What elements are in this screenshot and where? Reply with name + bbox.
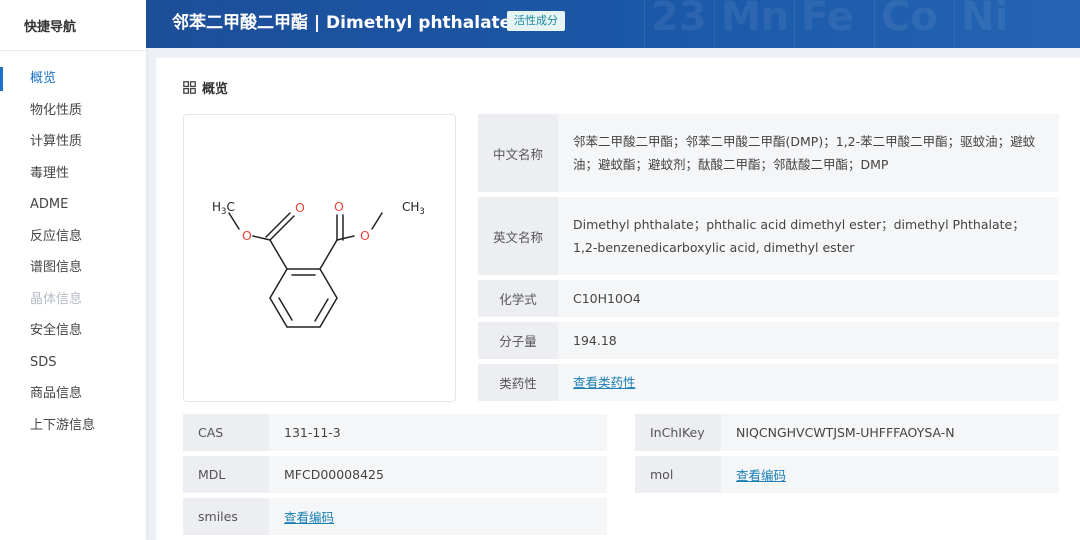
info-row-druglikeness: 类药性 查看类药性 (478, 364, 1059, 401)
field-label: MDL (183, 456, 269, 493)
element-tile-decoration: Mn (714, 0, 791, 48)
field-value: 查看编码 (736, 456, 1049, 493)
oxygen-label: O (360, 228, 370, 243)
sidebar-item-safety[interactable]: 安全信息 (0, 315, 146, 347)
mol-link[interactable]: 查看编码 (736, 465, 786, 484)
sidebar-item-upstream-downstream[interactable]: 上下游信息 (0, 410, 146, 442)
field-value: MFCD00008425 (284, 467, 384, 482)
field-label: InChIKey (635, 414, 721, 451)
smiles-link[interactable]: 查看编码 (284, 507, 334, 526)
info-row-english-name: 英文名称 Dimethyl phthalate；phthalic acid di… (478, 197, 1059, 275)
field-label: mol (635, 456, 721, 493)
sidebar-item-products[interactable]: 商品信息 (0, 378, 146, 410)
field-label: CAS (183, 414, 269, 451)
element-tile-decoration: Fe (794, 0, 871, 48)
sidebar-item-reactions[interactable]: 反应信息 (0, 221, 146, 253)
info-row-molecular-weight: 分子量 194.18 (478, 322, 1059, 359)
sidebar-nav: 概览 物化性质 计算性质 毒理性 ADME 反应信息 谱图信息 晶体信息 安全信… (0, 51, 146, 441)
sidebar-item-toxicity[interactable]: 毒理性 (0, 158, 146, 190)
field-value: 查看编码 (284, 498, 597, 535)
sidebar: 快捷导航 概览 物化性质 计算性质 毒理性 ADME 反应信息 谱图信息 晶体信… (0, 0, 146, 540)
identifier-row-inchikey: InChIKey NIQCNGHVCWTJSM-UHFFFAOYSA-N (635, 414, 1059, 451)
field-value: 查看类药性 (573, 364, 1047, 401)
sidebar-item-computed[interactable]: 计算性质 (0, 126, 146, 158)
element-tile-decoration: 23 (644, 0, 721, 48)
identifier-row-mol: mol 查看编码 (635, 456, 1059, 493)
field-value: Dimethyl phthalate；phthalic acid dimethy… (573, 217, 1025, 255)
field-value: C10H10O4 (573, 291, 641, 306)
sidebar-title: 快捷导航 (0, 0, 146, 51)
druglikeness-link[interactable]: 查看类药性 (573, 371, 636, 394)
sidebar-item-overview[interactable]: 概览 (0, 63, 146, 95)
field-value: 邻苯二甲酸二甲酯；邻苯二甲酸二甲酯(DMP)；1,2-苯二甲酸二甲酯；驱蚊油；避… (573, 134, 1036, 172)
sidebar-item-crystal: 晶体信息 (30, 291, 83, 307)
sidebar-item-physicochemical[interactable]: 物化性质 (0, 95, 146, 127)
field-label: 类药性 (478, 364, 558, 401)
methyl-label-right: CH3 (402, 200, 425, 217)
oxygen-label: O (334, 199, 344, 214)
methyl-label-left: H3C (212, 200, 235, 217)
field-value: 194.18 (573, 333, 617, 348)
field-value: 131-11-3 (284, 425, 341, 440)
molecule-structure: O O O O H3C CH3 (212, 199, 425, 328)
section-title: 概览 (202, 81, 229, 97)
section-header: 概览 (183, 78, 229, 97)
info-row-formula: 化学式 C10H10O4 (478, 280, 1059, 317)
sidebar-item-adme[interactable]: ADME (0, 189, 146, 221)
element-tile-decoration: Ni (954, 0, 1031, 48)
field-label: 英文名称 (478, 197, 558, 275)
identifier-row-smiles: smiles 查看编码 (183, 498, 607, 535)
identifier-row-mdl: MDL MFCD00008425 (183, 456, 607, 493)
field-label: smiles (183, 498, 269, 535)
info-row-chinese-name: 中文名称 邻苯二甲酸二甲酯；邻苯二甲酸二甲酯(DMP)；1,2-苯二甲酸二甲酯；… (478, 114, 1059, 192)
page-title: 邻苯二甲酸二甲酯 | Dimethyl phthalate (172, 13, 512, 33)
identifier-row-cas: CAS 131-11-3 (183, 414, 607, 451)
structure-image: O O O O H3C CH3 (183, 114, 456, 402)
category-badge[interactable]: 活性成分 (507, 11, 565, 31)
sidebar-item-sds[interactable]: SDS (0, 347, 146, 379)
element-tile-decoration: Co (874, 0, 951, 48)
sidebar-item-spectra[interactable]: 谱图信息 (0, 252, 146, 284)
page-header: 23 Mn Fe Co Ni 邻苯二甲酸二甲酯 | Dimethyl phtha… (146, 0, 1080, 48)
field-label: 化学式 (478, 280, 558, 317)
grid-icon (183, 80, 196, 94)
field-label: 中文名称 (478, 114, 558, 192)
field-value: NIQCNGHVCWTJSM-UHFFFAOYSA-N (736, 425, 955, 440)
field-label: 分子量 (478, 322, 558, 359)
oxygen-label: O (242, 228, 252, 243)
oxygen-label: O (295, 200, 305, 215)
